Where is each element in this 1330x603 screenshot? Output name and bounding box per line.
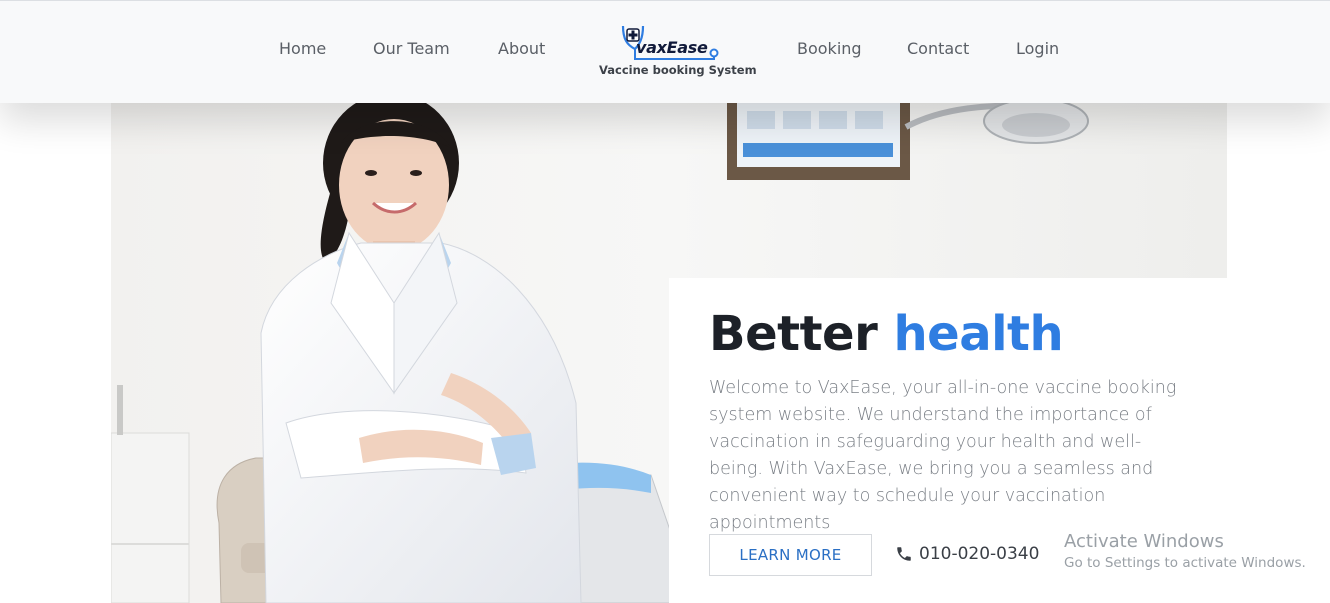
watermark-title: Activate Windows	[1064, 531, 1224, 552]
nav-login[interactable]: Login	[1016, 39, 1059, 58]
site-header: Home Our Team About vaxEase Vaccine book…	[0, 0, 1330, 103]
hero-title-accent: health	[893, 306, 1064, 362]
watermark-subtitle: Go to Settings to activate Windows.	[1064, 555, 1306, 571]
phone-contact[interactable]: 010-020-0340	[895, 544, 1039, 564]
learn-more-button[interactable]: LEARN MORE	[709, 534, 872, 576]
site-logo[interactable]: vaxEase Vaccine booking System	[596, 23, 757, 83]
activate-windows-watermark: Activate Windows Go to Settings to activ…	[1064, 531, 1306, 571]
nav-contact[interactable]: Contact	[907, 39, 969, 58]
phone-number: 010-020-0340	[919, 544, 1040, 564]
hero-title: Better health	[709, 306, 1064, 362]
hero-title-main: Better	[709, 306, 878, 362]
nav-about[interactable]: About	[498, 39, 545, 58]
nav-home[interactable]: Home	[279, 39, 326, 58]
logo-wordmark: vaxEase	[636, 38, 708, 57]
logo-tagline: Vaccine booking System	[599, 63, 757, 77]
hero-description: Welcome to VaxEase, your all-in-one vacc…	[709, 378, 1177, 533]
nav-our-team[interactable]: Our Team	[373, 39, 450, 58]
phone-icon	[897, 547, 911, 561]
nav-booking[interactable]: Booking	[797, 39, 862, 58]
